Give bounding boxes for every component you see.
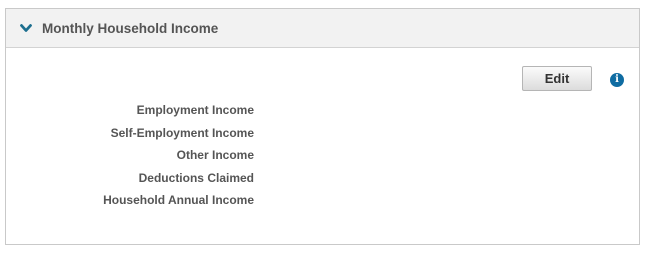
chevron-down-icon[interactable]: [19, 21, 33, 35]
info-icon[interactable]: i: [610, 73, 624, 87]
panel-body: Edit i Employment Income Self-Employment…: [6, 48, 639, 244]
monthly-income-panel: Monthly Household Income Edit i Employme…: [5, 8, 640, 245]
field-label: Deductions Claimed: [138, 170, 254, 185]
panel-header[interactable]: Monthly Household Income: [6, 9, 639, 48]
field-row-other-income: Other Income: [6, 144, 254, 167]
edit-button[interactable]: Edit: [522, 66, 592, 91]
income-field-list: Employment Income Self-Employment Income…: [6, 99, 254, 212]
field-label: Household Annual Income: [103, 193, 254, 208]
field-label: Employment Income: [136, 103, 254, 118]
panel-title: Monthly Household Income: [42, 20, 219, 36]
field-row-self-employment-income: Self-Employment Income: [6, 122, 254, 145]
field-row-household-annual-income: Household Annual Income: [6, 189, 254, 212]
field-label: Other Income: [176, 148, 254, 163]
field-row-employment-income: Employment Income: [6, 99, 254, 122]
field-label: Self-Employment Income: [110, 125, 254, 140]
field-row-deductions-claimed: Deductions Claimed: [6, 167, 254, 190]
